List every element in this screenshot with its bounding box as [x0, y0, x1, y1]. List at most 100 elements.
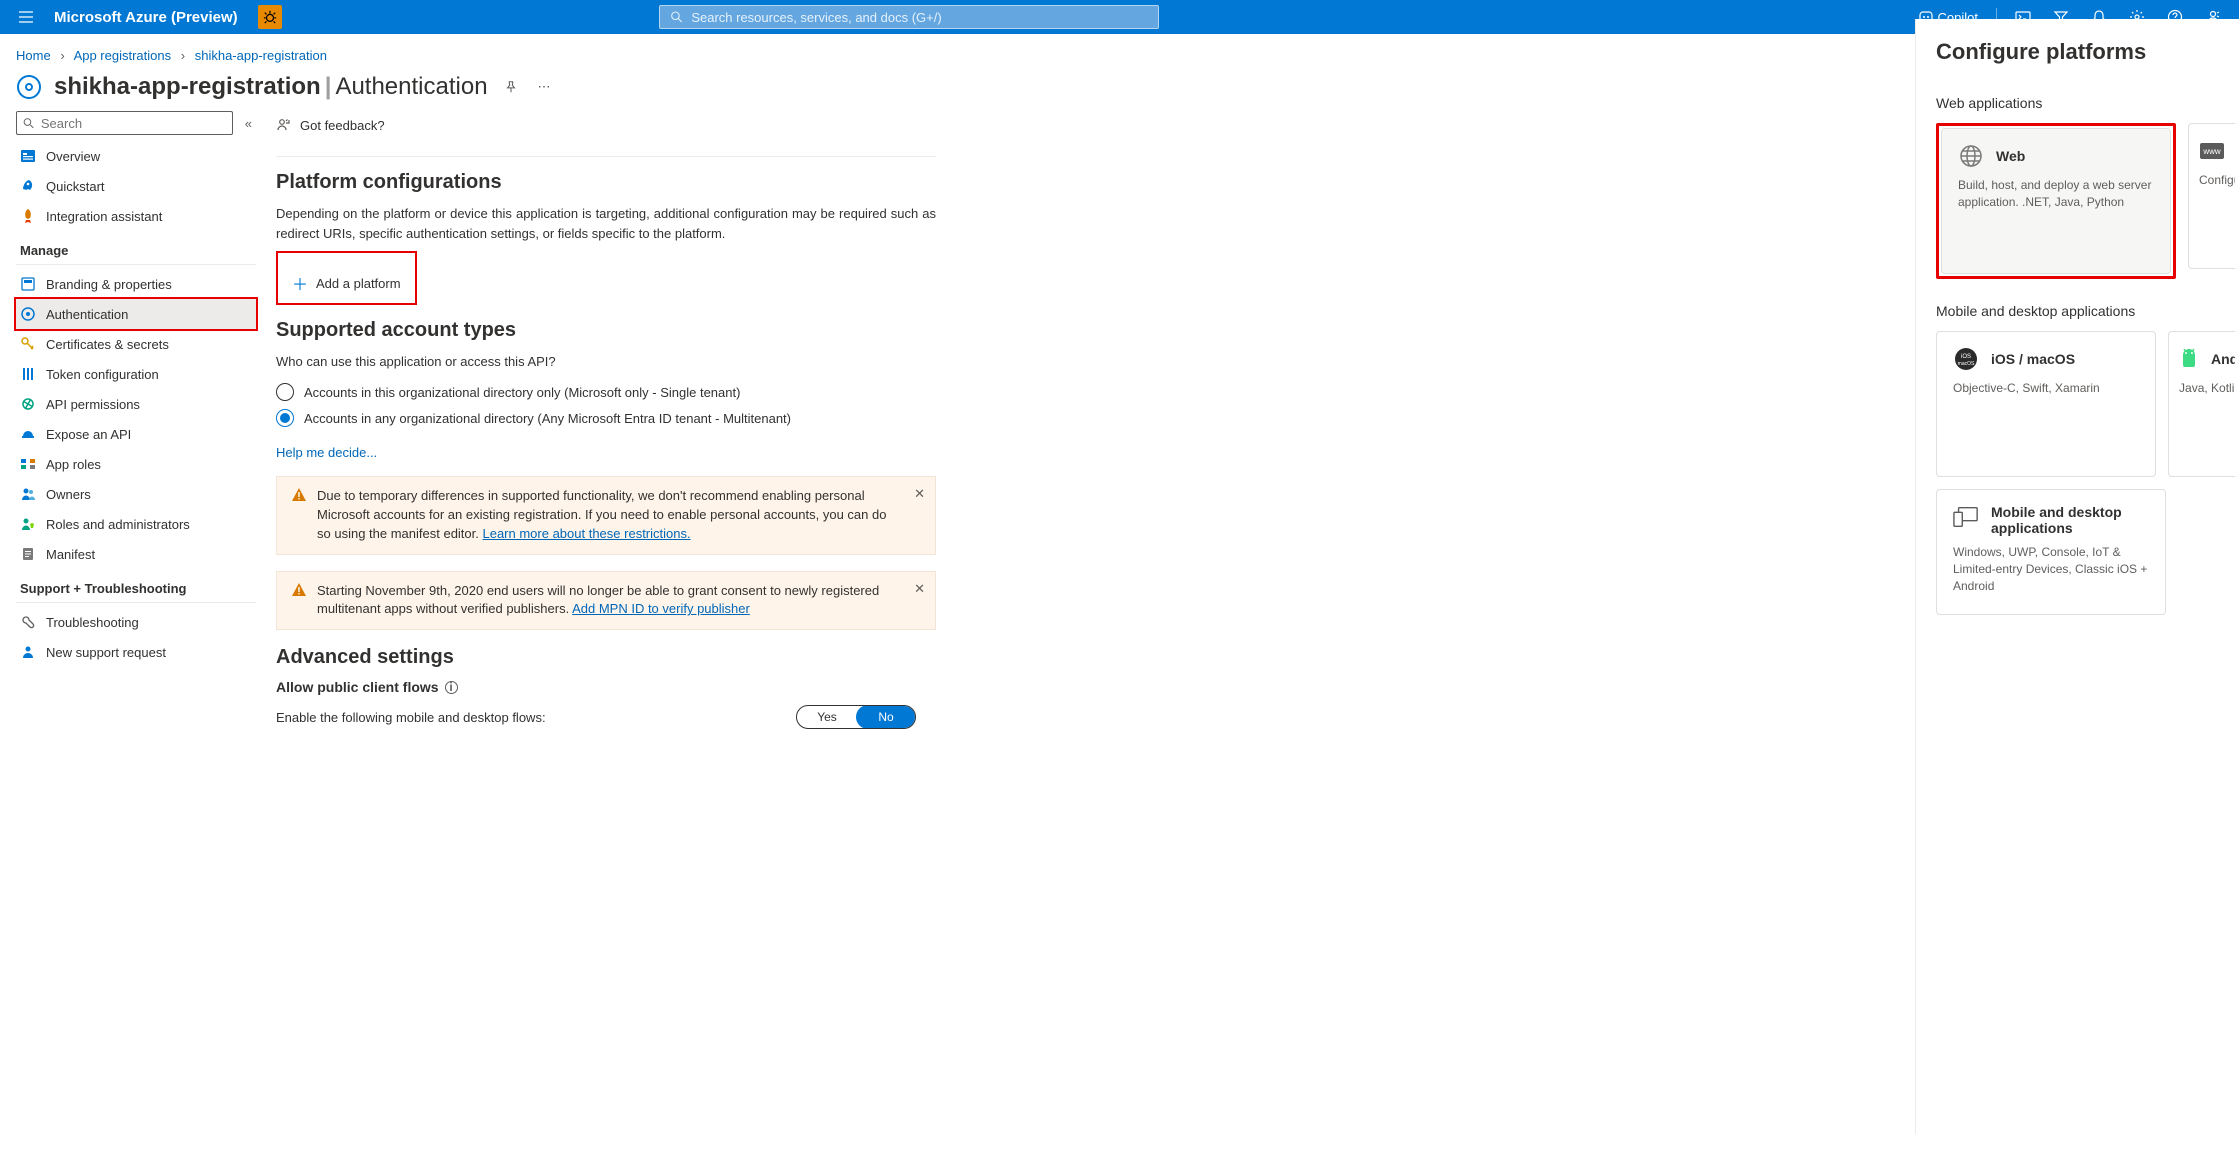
- mobile-desktop-section: Mobile and desktop applications: [1936, 303, 2235, 319]
- sidebar-label: API permissions: [46, 397, 140, 412]
- sidebar-item-troubleshooting[interactable]: Troubleshooting: [16, 607, 256, 637]
- sidebar-label: Expose an API: [46, 427, 131, 442]
- troubleshooting-icon: [20, 614, 36, 630]
- card-title: Android: [2211, 351, 2235, 367]
- support-icon: [20, 644, 36, 660]
- radio-single-tenant[interactable]: Accounts in this organizational director…: [276, 379, 936, 405]
- configure-platforms-panel: Configure platforms Web applications Web…: [1915, 19, 2239, 1134]
- got-feedback-link[interactable]: Got feedback?: [276, 117, 385, 133]
- platform-card-spa[interactable]: www Single Configure browser and progres…: [2188, 123, 2235, 269]
- hamburger-menu-icon[interactable]: [8, 3, 44, 31]
- web-applications-section: Web applications: [1936, 95, 2235, 111]
- card-desc: Build, host, and deploy a web server app…: [1958, 177, 2154, 211]
- sidebar-label: Authentication: [46, 307, 128, 322]
- main-content: Got feedback? Platform configurations De…: [256, 111, 956, 729]
- learn-more-restrictions-link[interactable]: Learn more about these restrictions.: [482, 526, 690, 541]
- plus-icon: ＋: [292, 271, 308, 295]
- sidebar-item-certificates[interactable]: Certificates & secrets: [16, 329, 256, 359]
- toggle-no: No: [856, 705, 916, 729]
- sidebar-item-overview[interactable]: Overview: [16, 141, 256, 171]
- token-icon: [20, 366, 36, 382]
- sidebar-item-authentication[interactable]: Authentication: [16, 299, 256, 329]
- collapse-sidebar-icon[interactable]: «: [241, 112, 256, 135]
- card-title: iOS / macOS: [1991, 351, 2075, 367]
- sidebar-label: Integration assistant: [46, 209, 162, 224]
- public-client-flows-toggle[interactable]: Yes No: [796, 705, 916, 729]
- add-platform-label: Add a platform: [316, 276, 401, 291]
- card-title: Web: [1996, 148, 2025, 164]
- sidebar-item-owners[interactable]: Owners: [16, 479, 256, 509]
- toggle-yes: Yes: [797, 706, 857, 728]
- www-icon: www: [2199, 138, 2225, 164]
- app-roles-icon: [20, 456, 36, 472]
- supported-account-types-heading: Supported account types: [276, 319, 936, 342]
- radio-icon: [276, 383, 294, 401]
- warning-icon: [291, 487, 307, 544]
- roles-admins-icon: [20, 516, 36, 532]
- card-desc: Windows, UWP, Console, IoT & Limited-ent…: [1953, 544, 2149, 594]
- card-desc: Objective-C, Swift, Xamarin: [1953, 380, 2139, 397]
- global-search[interactable]: [659, 5, 1159, 29]
- rocket-icon: [20, 208, 36, 224]
- add-platform-button[interactable]: ＋ Add a platform: [278, 263, 415, 303]
- breadcrumb-app-registrations[interactable]: App registrations: [74, 48, 172, 63]
- apcf-desc: Enable the following mobile and desktop …: [276, 710, 546, 725]
- close-icon[interactable]: ✕: [914, 580, 925, 599]
- radio-multitenant[interactable]: Accounts in any organizational directory…: [276, 405, 936, 431]
- sidebar-item-integration-assistant[interactable]: Integration assistant: [16, 201, 256, 231]
- feedback-label: Got feedback?: [300, 118, 385, 133]
- platform-config-heading: Platform configurations: [276, 171, 936, 194]
- breadcrumb: Home › App registrations › shikha-app-re…: [0, 34, 2239, 71]
- sidebar-label: Overview: [46, 149, 100, 164]
- add-mpn-id-link[interactable]: Add MPN ID to verify publisher: [572, 601, 750, 616]
- platform-card-desktop[interactable]: Mobile and desktop applications Windows,…: [1936, 489, 2166, 615]
- sidebar-item-app-roles[interactable]: App roles: [16, 449, 256, 479]
- platform-card-ios[interactable]: iOSmacOS iOS / macOS Objective-C, Swift,…: [1936, 331, 2156, 477]
- sidebar-label: Manifest: [46, 547, 95, 562]
- sidebar-label: New support request: [46, 645, 166, 660]
- quickstart-icon: [20, 178, 36, 194]
- ios-icon: iOSmacOS: [1953, 346, 1979, 372]
- sidebar-item-api-permissions[interactable]: API permissions: [16, 389, 256, 419]
- platform-card-android[interactable]: Android Java, Kotlin, Xamarin: [2168, 331, 2235, 477]
- brand-label: Microsoft Azure (Preview): [54, 9, 238, 26]
- api-permissions-icon: [20, 396, 36, 412]
- info-icon[interactable]: i: [445, 681, 458, 694]
- warning-icon: [291, 582, 307, 620]
- manifest-icon: [20, 546, 36, 562]
- android-icon: [2179, 346, 2199, 372]
- sidebar-item-roles-admins[interactable]: Roles and administrators: [16, 509, 256, 539]
- help-me-decide-link[interactable]: Help me decide...: [276, 445, 377, 460]
- breadcrumb-current[interactable]: shikha-app-registration: [195, 48, 327, 63]
- card-desc: Java, Kotlin, Xamarin: [2179, 380, 2235, 397]
- key-icon: [20, 336, 36, 352]
- page-title-row: shikha-app-registration|Authentication ⋯: [0, 71, 2239, 111]
- divider: [276, 156, 936, 157]
- panel-title: Configure platforms: [1936, 39, 2235, 65]
- sidebar-search[interactable]: [16, 111, 233, 135]
- owners-icon: [20, 486, 36, 502]
- sidebar-item-new-support-request[interactable]: New support request: [16, 637, 256, 667]
- sidebar-search-input[interactable]: [41, 116, 226, 131]
- sidebar-item-branding[interactable]: Branding & properties: [16, 269, 256, 299]
- sat-question: Who can use this application or access t…: [276, 354, 936, 369]
- auth-icon: [20, 306, 36, 322]
- radio-label: Accounts in any organizational directory…: [304, 411, 791, 426]
- bug-icon[interactable]: [258, 5, 282, 29]
- chevron-right-icon: ›: [60, 48, 64, 63]
- close-icon[interactable]: ✕: [914, 485, 925, 504]
- more-icon[interactable]: ⋯: [534, 75, 555, 99]
- globe-icon: [1958, 143, 1984, 169]
- pin-icon[interactable]: [500, 76, 522, 98]
- sidebar-item-token-config[interactable]: Token configuration: [16, 359, 256, 389]
- warning-personal-accounts: Due to temporary differences in supporte…: [276, 476, 936, 555]
- sidebar-label: Branding & properties: [46, 277, 172, 292]
- sidebar-item-manifest[interactable]: Manifest: [16, 539, 256, 569]
- sidebar-section-manage: Manage: [16, 231, 256, 265]
- global-search-input[interactable]: [691, 10, 1148, 25]
- breadcrumb-home[interactable]: Home: [16, 48, 51, 63]
- sidebar-item-quickstart[interactable]: Quickstart: [16, 171, 256, 201]
- platform-card-web[interactable]: Web Build, host, and deploy a web server…: [1941, 128, 2171, 274]
- sidebar-item-expose-api[interactable]: Expose an API: [16, 419, 256, 449]
- app-registration-icon: [16, 74, 42, 100]
